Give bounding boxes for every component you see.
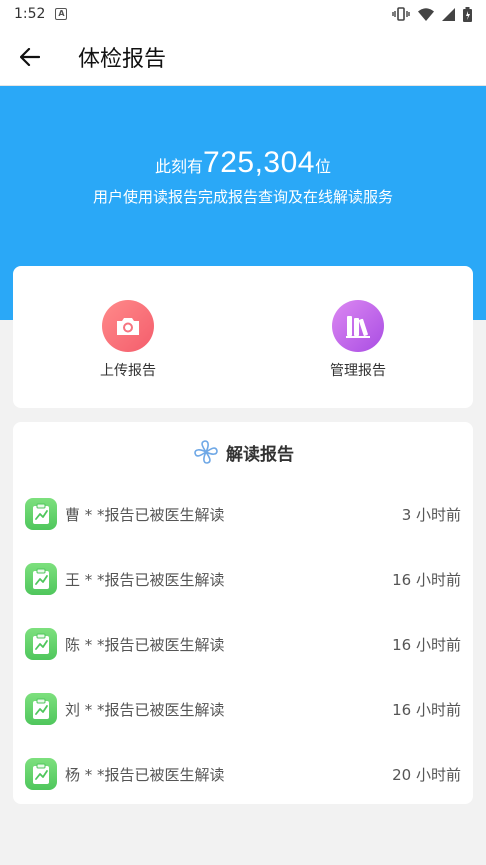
count-prefix: 此刻有 [155,157,204,176]
pinwheel-icon [194,440,218,464]
user-count-line: 此刻有725,304位 [0,146,486,180]
camera-icon-circle [102,300,154,352]
report-clipboard-icon [25,498,57,530]
banner-subtitle: 用户使用读报告完成报告查询及在线解读服务 [92,188,393,206]
list-item-text: 杨 * *报告已被医生解读 [65,765,225,784]
status-bar: 1:52 A [0,0,486,28]
upload-report-label: 上传报告 [100,363,156,379]
list-title: 解读报告 [226,444,294,465]
manage-report-button[interactable]: 管理报告 [243,266,473,408]
camera-icon [117,318,139,335]
page-title: 体检报告 [78,46,167,72]
list-item[interactable]: 王 * *报告已被医生解读 16 小时前 [13,559,473,599]
list-item-time: 3 小时前 [401,505,461,524]
upload-report-button[interactable]: 上传报告 [13,266,243,408]
action-card: 上传报告 管理报告 [13,266,473,408]
arrow-left-icon [20,47,40,66]
list-item[interactable]: 刘 * *报告已被医生解读 16 小时前 [13,689,473,729]
list-item-text: 王 * *报告已被医生解读 [65,570,225,589]
books-icon-circle [332,300,384,352]
list-item-time: 16 小时前 [392,700,461,719]
battery-icon [463,6,472,22]
list-item-text: 陈 * *报告已被医生解读 [65,635,225,654]
list-item[interactable]: 曹 * *报告已被医生解读 3 小时前 [13,494,473,534]
list-item[interactable]: 陈 * *报告已被医生解读 16 小时前 [13,624,473,664]
list-item-text: 刘 * *报告已被医生解读 [65,700,225,719]
list-item-time: 20 小时前 [392,765,461,784]
app-bar: 体检报告 [0,28,486,86]
notification-a-icon: A [55,8,68,20]
report-clipboard-icon [25,563,57,595]
user-count: 725,304 [203,146,315,179]
status-icons [392,6,472,22]
interpretation-list: 解读报告 曹 * *报告已被医生解读 3 小时前 王 * *报告已被医生解读 1… [13,422,473,804]
wifi-icon [418,7,434,21]
list-item-time: 16 小时前 [392,635,461,654]
list-item[interactable]: 杨 * *报告已被医生解读 20 小时前 [13,754,473,794]
back-button[interactable] [0,28,60,86]
books-icon [346,316,370,338]
status-time: 1:52 [14,6,46,22]
report-clipboard-icon [25,628,57,660]
list-item-time: 16 小时前 [392,570,461,589]
manage-report-label: 管理报告 [330,363,386,379]
vibrate-icon [392,7,410,21]
list-item-text: 曹 * *报告已被医生解读 [65,505,225,524]
count-suffix: 位 [314,157,331,176]
list-header: 解读报告 [13,422,473,482]
signal-icon [442,7,455,21]
report-clipboard-icon [25,693,57,725]
report-clipboard-icon [25,758,57,790]
